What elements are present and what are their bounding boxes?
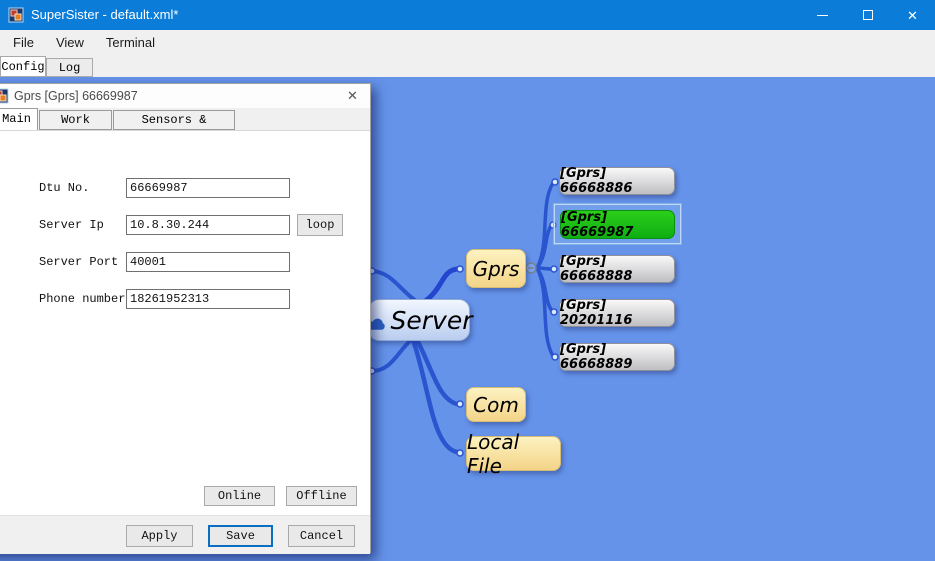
menu-view[interactable]: View: [45, 30, 95, 56]
dialog-close-button[interactable]: ✕: [344, 88, 361, 105]
dialog-tab-work-modal[interactable]: Work Modal: [39, 110, 112, 130]
maximize-icon: [863, 10, 873, 20]
server-ip-input[interactable]: [126, 215, 290, 235]
phone-number-label: Phone number: [39, 289, 125, 310]
menubar: File View Terminal: [0, 30, 935, 56]
apply-button[interactable]: Apply: [126, 525, 193, 547]
node-gprs[interactable]: Gprs: [466, 249, 526, 288]
node-local-file[interactable]: Local File: [466, 436, 561, 471]
cancel-button[interactable]: Cancel: [288, 525, 355, 547]
dtu-no-label: Dtu No.: [39, 178, 89, 199]
node-label: [Gprs] 66669987: [561, 210, 674, 240]
node-gprs-label: Gprs: [473, 257, 520, 281]
dialog-title: Gprs [Gprs] 66669987: [14, 84, 138, 108]
dialog-tabstrip: Main Work Modal Sensors & Confusion: [0, 108, 370, 130]
save-button[interactable]: Save: [208, 525, 273, 547]
node-server-label: Server: [391, 306, 473, 335]
node-label: [Gprs] 66668886: [560, 166, 674, 196]
node-com-label: Com: [473, 393, 519, 417]
dialog-tab-sensors[interactable]: Sensors & Confusion: [113, 110, 235, 130]
server-port-label: Server Port: [39, 252, 118, 273]
minimize-icon: [817, 15, 828, 16]
titlebar: SuperSister - default.xml* ✕: [0, 0, 935, 30]
node-gprs-device-selected[interactable]: [Gprs] 66669987: [560, 210, 675, 239]
node-label: [Gprs] 66668888: [560, 254, 674, 284]
app-icon: [8, 7, 24, 23]
minimize-button[interactable]: [800, 0, 845, 30]
tab-log[interactable]: Log: [46, 58, 93, 77]
menu-terminal[interactable]: Terminal: [95, 30, 166, 56]
node-gprs-device[interactable]: [Gprs] 20201116: [559, 299, 675, 327]
server-port-input[interactable]: [126, 252, 290, 272]
maximize-button[interactable]: [845, 0, 890, 30]
close-icon: ✕: [907, 9, 918, 22]
node-label: [Gprs] 20201116: [560, 298, 674, 328]
node-local-file-label: Local File: [467, 430, 560, 478]
node-com[interactable]: Com: [466, 387, 526, 422]
node-server[interactable]: Server: [368, 299, 470, 341]
selection-frame: [Gprs] 66669987: [553, 203, 682, 245]
window-title: SuperSister - default.xml*: [31, 0, 178, 30]
node-gprs-device[interactable]: [Gprs] 66668886: [559, 167, 675, 195]
server-ip-label: Server Ip: [39, 215, 104, 236]
close-button[interactable]: ✕: [890, 0, 935, 30]
dialog-icon: [0, 88, 9, 104]
dialog-tab-main[interactable]: Main: [0, 108, 38, 130]
gprs-dialog: Gprs [Gprs] 66669987 ✕ Main Work Modal S…: [0, 83, 371, 553]
app-window: Server Gprs Com Local File [Gprs] 666688…: [0, 0, 935, 561]
menu-file[interactable]: File: [2, 30, 45, 56]
dtu-no-input[interactable]: [126, 178, 290, 198]
phone-number-input[interactable]: [126, 289, 290, 309]
node-gprs-device[interactable]: [Gprs] 66668889: [559, 343, 675, 371]
offline-button[interactable]: Offline: [286, 486, 357, 506]
dialog-titlebar: Gprs [Gprs] 66669987 ✕: [0, 84, 370, 108]
online-button[interactable]: Online: [204, 486, 275, 506]
tab-config[interactable]: Config: [0, 56, 46, 77]
node-gprs-device[interactable]: [Gprs] 66668888: [559, 255, 675, 283]
node-label: [Gprs] 66668889: [560, 342, 674, 372]
main-tabstrip: Config Log: [0, 56, 935, 77]
dialog-footer: Apply Save Cancel: [0, 515, 370, 554]
dialog-main-page: Dtu No. Server Ip loop Server Port Phone…: [0, 130, 370, 515]
loop-button[interactable]: loop: [297, 214, 343, 236]
